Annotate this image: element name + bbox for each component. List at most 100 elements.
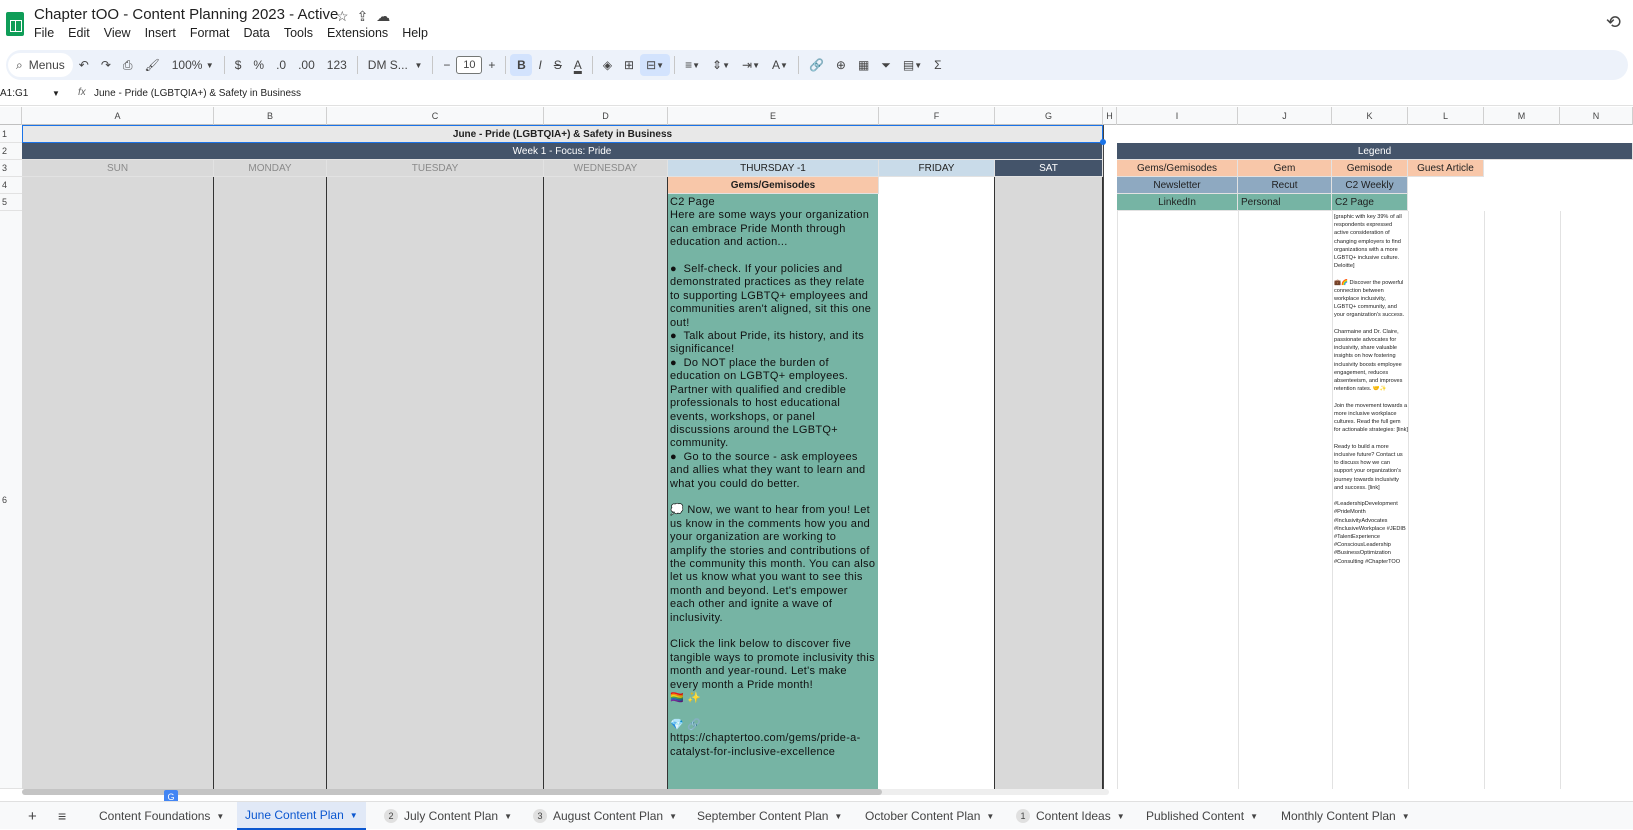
text-color-button[interactable]: A <box>568 50 588 80</box>
column-header-b[interactable]: B <box>214 107 327 125</box>
redo-icon[interactable]: ↷ <box>95 50 117 80</box>
column-header-g[interactable]: G <box>995 107 1103 125</box>
zoom-select[interactable]: 100% ▼ <box>166 50 220 80</box>
thursday-post-cell[interactable]: C2 Page Here are some ways your organiza… <box>668 194 878 792</box>
tab-july-content-plan[interactable]: 2 July Content Plan ▼ <box>384 802 512 830</box>
print-icon[interactable]: ⎙ <box>117 50 139 80</box>
column-header-d[interactable]: D <box>544 107 668 125</box>
column-header-i[interactable]: I <box>1117 107 1238 125</box>
sheets-logo-icon[interactable] <box>6 12 24 36</box>
tab-content-foundations[interactable]: Content Foundations ▼ <box>99 802 224 830</box>
row-header-1[interactable]: 1 <box>0 125 22 143</box>
day-header-friday[interactable]: FRIDAY <box>879 160 995 177</box>
legend-personal-cell[interactable]: Personal <box>1238 194 1332 211</box>
font-size-decrease-icon[interactable]: − <box>437 50 456 80</box>
day-header-sat[interactable]: SAT <box>995 160 1103 177</box>
vertical-align-icon[interactable]: ⇕ ▼ <box>706 50 736 80</box>
menu-data[interactable]: Data <box>243 26 269 40</box>
tab-published-content[interactable]: Published Content ▼ <box>1146 802 1258 830</box>
menu-format[interactable]: Format <box>190 26 230 40</box>
menu-insert[interactable]: Insert <box>145 26 176 40</box>
document-title[interactable]: Chapter tOO - Content Planning 2023 - Ac… <box>34 6 338 23</box>
italic-button[interactable]: I <box>532 50 547 80</box>
column-header-f[interactable]: F <box>879 107 995 125</box>
borders-icon[interactable]: ⊞ <box>618 50 640 80</box>
menu-help[interactable]: Help <box>402 26 428 40</box>
tab-monthly-content-plan[interactable]: Monthly Content Plan ▼ <box>1281 802 1410 830</box>
tab-june-content-plan[interactable]: June Content Plan ▼ <box>237 802 366 830</box>
tab-october-content-plan[interactable]: October Content Plan ▼ <box>865 802 994 830</box>
day-header-thursday[interactable]: THURSDAY -1 <box>668 160 879 177</box>
legend-guest-article-cell[interactable]: Guest Article <box>1408 160 1484 177</box>
monday-column-cell[interactable] <box>214 177 327 789</box>
legend-recut-cell[interactable]: Recut <box>1238 177 1332 194</box>
day-header-tuesday[interactable]: TUESDAY <box>327 160 544 177</box>
menu-file[interactable]: File <box>34 26 54 40</box>
all-sheets-icon[interactable]: ≡ <box>58 802 66 830</box>
name-box[interactable]: A1:G1 ▼ <box>0 88 62 99</box>
text-wrap-icon[interactable]: ⇥ ▼ <box>736 50 766 80</box>
menu-extensions[interactable]: Extensions <box>327 26 388 40</box>
tab-content-ideas[interactable]: 1 Content Ideas ▼ <box>1016 802 1125 830</box>
tuesday-column-cell[interactable] <box>327 177 544 789</box>
increase-decimal-button[interactable]: .00 <box>292 50 321 80</box>
undo-icon[interactable]: ↶ <box>73 50 95 80</box>
move-icon[interactable]: ⇪ <box>357 8 369 25</box>
menus-search-button[interactable]: ⌕ Menus <box>8 53 73 77</box>
tab-august-content-plan[interactable]: 3 August Content Plan ▼ <box>533 802 677 830</box>
column-header-e[interactable]: E <box>668 107 879 125</box>
menu-view[interactable]: View <box>104 26 131 40</box>
legend-gems-cell[interactable]: Gems/Gemisodes <box>1117 160 1238 177</box>
column-header-a[interactable]: A <box>22 107 214 125</box>
day-header-monday[interactable]: MONDAY <box>214 160 327 177</box>
link-icon[interactable]: 🔗 <box>803 50 830 80</box>
selection-handle[interactable] <box>1100 139 1106 145</box>
number-format-button[interactable]: 123 <box>321 50 353 80</box>
horizontal-scrollbar[interactable] <box>22 789 1109 795</box>
version-history-icon[interactable]: ⟲ <box>1606 12 1621 33</box>
column-header-n[interactable]: N <box>1560 107 1633 125</box>
merge-cells-icon[interactable]: ⊟ ▼ <box>640 54 671 76</box>
font-select[interactable]: DM S... ▼ <box>362 50 429 80</box>
legend-c2-weekly-cell[interactable]: C2 Weekly <box>1332 177 1408 194</box>
functions-button[interactable]: Σ <box>928 50 947 80</box>
font-size-increase-icon[interactable]: + <box>482 50 501 80</box>
strikethrough-button[interactable]: S <box>548 50 568 80</box>
select-all-corner[interactable] <box>0 107 22 125</box>
menu-edit[interactable]: Edit <box>68 26 90 40</box>
legend-gem-cell[interactable]: Gem <box>1238 160 1332 177</box>
paint-format-icon[interactable]: 🖌 <box>139 50 166 80</box>
friday-column-cell[interactable] <box>879 177 995 789</box>
tab-september-content-plan[interactable]: September Content Plan ▼ <box>697 802 842 830</box>
legend-linkedin-cell[interactable]: LinkedIn <box>1117 194 1238 211</box>
column-header-c[interactable]: C <box>327 107 544 125</box>
thursday-type-cell[interactable]: Gems/Gemisodes <box>668 177 879 194</box>
chart-icon[interactable]: ▦ <box>852 50 875 80</box>
wednesday-column-cell[interactable] <box>544 177 668 789</box>
text-rotation-icon[interactable]: A ▼ <box>766 50 794 80</box>
legend-c2-page-cell[interactable]: C2 Page <box>1332 194 1408 211</box>
row-header-5[interactable]: 5 <box>0 194 22 211</box>
legend-newsletter-cell[interactable]: Newsletter <box>1117 177 1238 194</box>
menu-tools[interactable]: Tools <box>284 26 313 40</box>
row-header-4[interactable]: 4 <box>0 177 22 194</box>
column-header-j[interactable]: J <box>1238 107 1332 125</box>
day-header-sun[interactable]: SUN <box>22 160 214 177</box>
sun-column-cell[interactable] <box>22 177 214 789</box>
font-size-input[interactable]: 10 <box>456 56 483 74</box>
fill-color-icon[interactable]: ◈ <box>597 50 618 80</box>
filter-views-icon[interactable]: ▤ ▼ <box>897 50 928 80</box>
comment-icon[interactable]: ⊕ <box>830 50 852 80</box>
row-header-3[interactable]: 3 <box>0 160 22 177</box>
column-header-h[interactable]: H <box>1103 107 1117 125</box>
day-header-wednesday[interactable]: WEDNESDAY <box>544 160 668 177</box>
row-header-6[interactable]: 6 <box>0 211 22 789</box>
legend-title-cell[interactable]: Legend <box>1117 143 1633 160</box>
month-title-cell[interactable]: June - Pride (LGBTQIA+) & Safety in Busi… <box>22 125 1103 143</box>
bold-button[interactable]: B <box>510 54 533 76</box>
column-header-l[interactable]: L <box>1408 107 1484 125</box>
column-header-m[interactable]: M <box>1484 107 1560 125</box>
currency-button[interactable]: $ <box>229 50 248 80</box>
legend-gemisode-cell[interactable]: Gemisode <box>1332 160 1408 177</box>
decrease-decimal-button[interactable]: .0 <box>270 50 292 80</box>
